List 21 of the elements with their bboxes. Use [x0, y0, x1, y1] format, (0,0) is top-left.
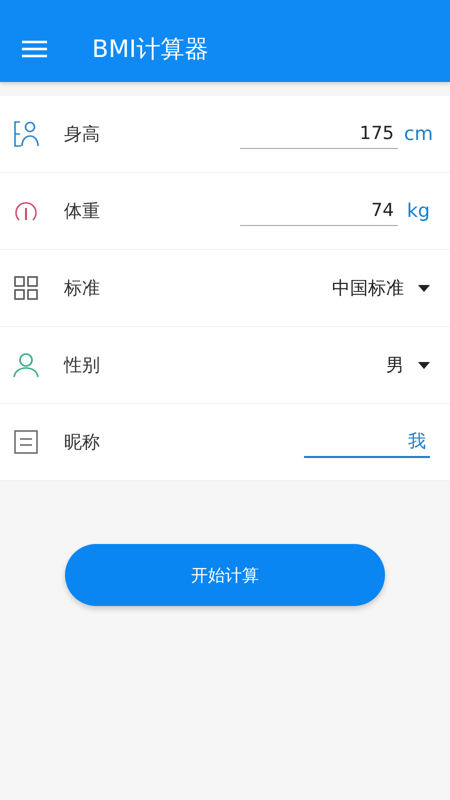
- person-height-icon: [13, 120, 39, 148]
- dropdown-value[interactable]: 中国标准: [332, 276, 404, 300]
- input-field[interactable]: 175: [240, 119, 398, 149]
- input-field[interactable]: 74: [240, 196, 398, 226]
- dropdown-value[interactable]: 男: [386, 353, 404, 377]
- input-field[interactable]: 我: [304, 426, 430, 458]
- app-title: BMI计算器: [92, 34, 208, 65]
- unit-label: cm: [404, 123, 430, 145]
- calculate-button[interactable]: 开始计算: [65, 544, 385, 606]
- unit-label: kg: [406, 200, 430, 222]
- field-label: 体重: [64, 200, 101, 223]
- caret-icon[interactable]: [418, 284, 430, 292]
- grid-icon: [14, 276, 38, 300]
- note-icon: [14, 430, 38, 454]
- field-label: 昵称: [64, 431, 101, 454]
- field-label: 标准: [64, 277, 101, 300]
- person-icon: [13, 352, 39, 378]
- field-label: 身高: [64, 123, 101, 146]
- menu-icon[interactable]: [22, 40, 47, 58]
- caret-icon[interactable]: [418, 362, 430, 368]
- field-label: 性别: [64, 354, 101, 377]
